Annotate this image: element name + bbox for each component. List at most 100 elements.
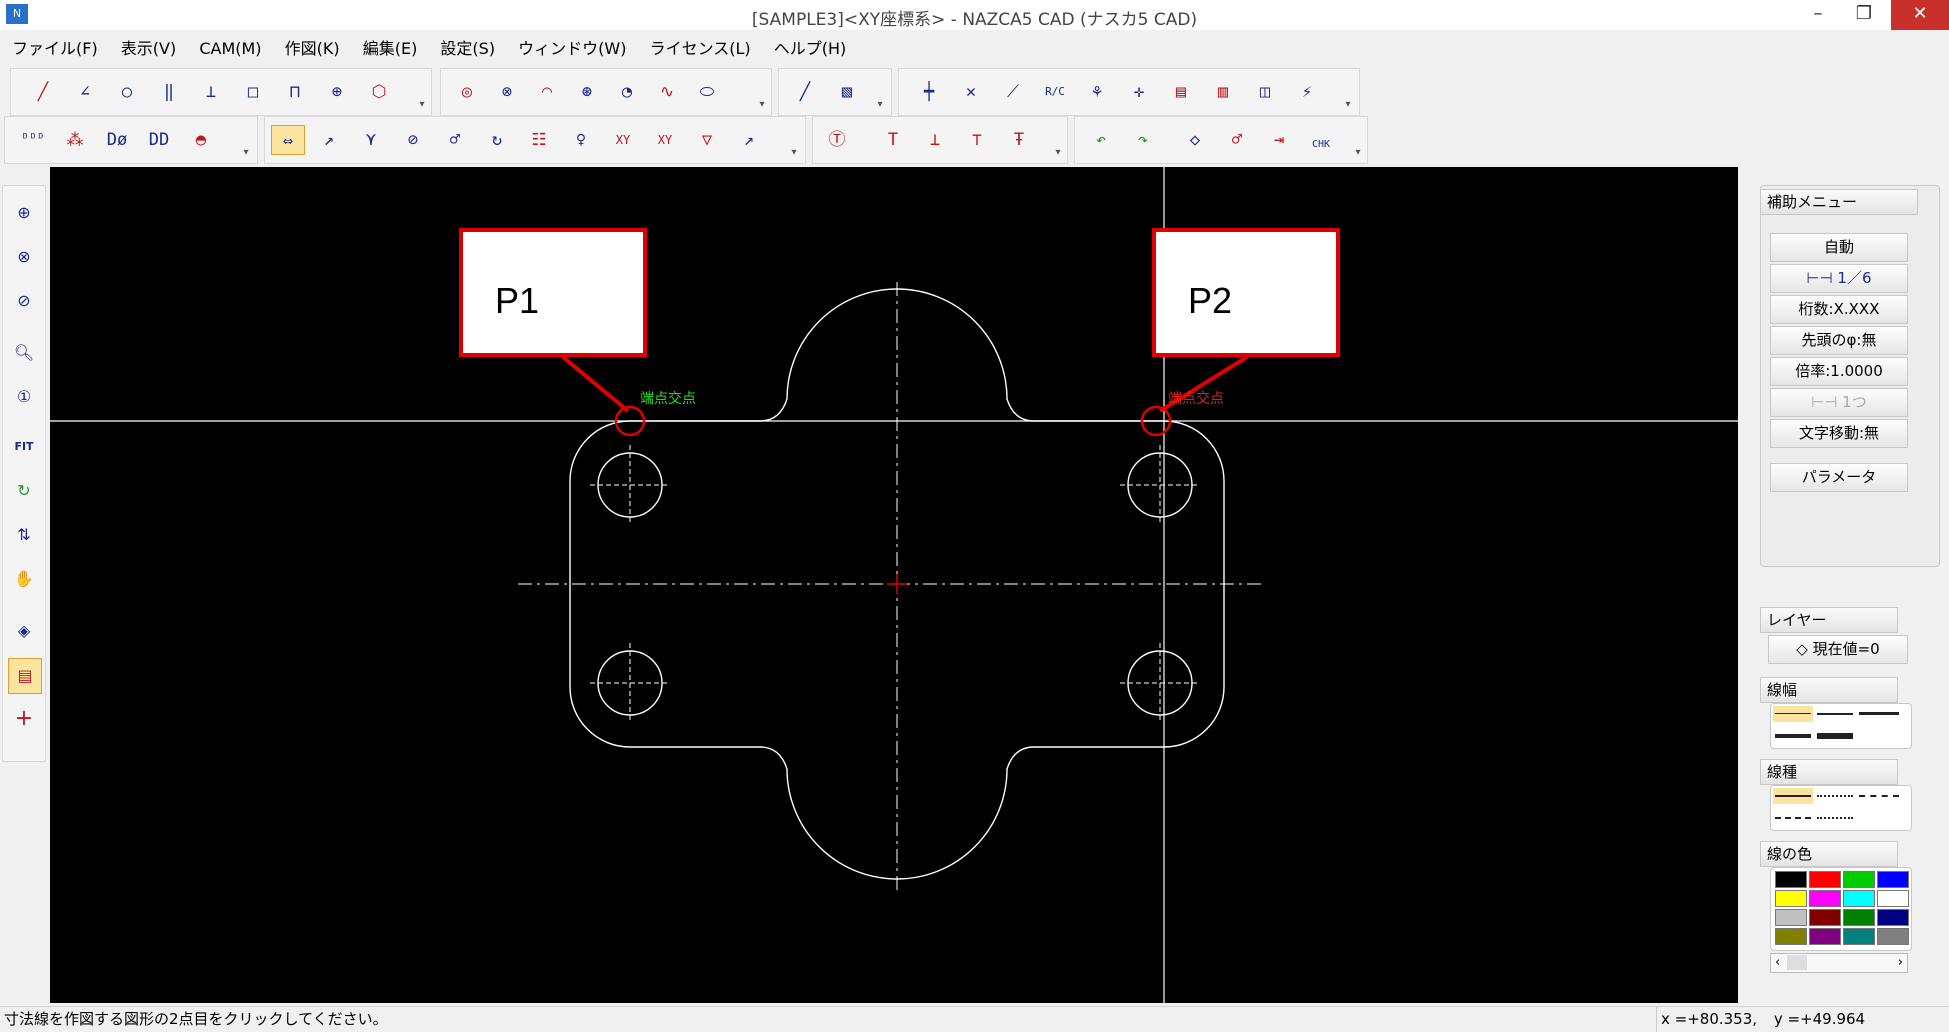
scroll-right-icon[interactable]: › [1898, 954, 1903, 972]
digits-button[interactable]: 桁数:X.XXX [1770, 295, 1908, 324]
color-swatch[interactable] [1775, 928, 1807, 945]
dim-array-icon[interactable]: ▥ [1207, 77, 1239, 107]
text-right-icon[interactable]: Ŧ [1003, 125, 1035, 155]
menu-cam[interactable]: CAM(M) [199, 34, 261, 64]
array-icon[interactable]: ▤ [1165, 77, 1197, 107]
arc-tangent-icon[interactable]: ◔ [611, 77, 643, 107]
circle-3p-icon[interactable]: ⊗ [491, 77, 523, 107]
color-swatch[interactable] [1809, 909, 1841, 926]
dim-diameter-icon[interactable]: Dø [101, 125, 133, 155]
parameters-button[interactable]: パラメータ [1770, 463, 1908, 492]
layer-icon[interactable]: ◇ [1179, 125, 1211, 155]
menu-draw[interactable]: 作図(K) [285, 34, 340, 64]
cross-delete-icon[interactable]: ✕ [955, 77, 987, 107]
swap-icon[interactable]: ⇅ [8, 518, 40, 552]
redo-icon[interactable]: ↷ [1127, 125, 1159, 155]
color-swatch[interactable] [1877, 928, 1909, 945]
dim-dd-icon[interactable]: DD [143, 125, 175, 155]
trim-icon[interactable]: ┿ [913, 77, 945, 107]
circle-icon[interactable]: ◎ [451, 77, 483, 107]
rectangle-icon[interactable]: □ [237, 77, 269, 107]
dim-xy2-icon[interactable]: XY [649, 125, 681, 155]
color-swatch[interactable] [1809, 890, 1841, 907]
fillet-icon[interactable]: ⊛ [571, 77, 603, 107]
menu-file[interactable]: ファイル(F) [12, 34, 98, 64]
line-color-palette[interactable] [1770, 867, 1912, 951]
dim-chain-icon[interactable]: ▽ [691, 125, 723, 155]
menu-help[interactable]: ヘルプ(H) [774, 34, 847, 64]
text-icon[interactable]: T [877, 125, 909, 155]
dim-arc-icon[interactable]: ↻ [481, 125, 513, 155]
toolbar-chevron-icon[interactable]: ▾ [789, 147, 799, 161]
minimize-button[interactable]: – [1796, 0, 1840, 30]
color-swatch[interactable] [1809, 871, 1841, 888]
perpendicular-icon[interactable]: ⊥ [195, 77, 227, 107]
dim-origin-icon[interactable]: ♀ [565, 125, 597, 155]
line-width-palette[interactable] [1770, 703, 1912, 749]
line-icon[interactable]: ╱ [27, 77, 59, 107]
color-swatch[interactable] [1843, 928, 1875, 945]
circle-tangent-icon[interactable]: ○ [111, 77, 143, 107]
toolbar-chevron-icon[interactable]: ▾ [1053, 147, 1063, 161]
dim-circle-icon[interactable]: ⊘ [397, 125, 429, 155]
color-scrollbar[interactable]: ‹ › [1770, 953, 1908, 973]
text-left-icon[interactable]: ⊥ [919, 125, 951, 155]
prefix-phi-button[interactable]: 先頭のφ:無 [1770, 326, 1908, 355]
restore-button[interactable]: ❐ [1842, 0, 1886, 30]
menu-settings[interactable]: 設定(S) [440, 34, 495, 64]
color-swatch[interactable] [1843, 871, 1875, 888]
menu-view[interactable]: 表示(V) [121, 34, 176, 64]
dim-point-icon[interactable]: ⁂ [59, 125, 91, 155]
curve-icon[interactable]: ∿ [651, 77, 683, 107]
toolbar-chevron-icon[interactable]: ▾ [1343, 99, 1353, 113]
dim-table-icon[interactable]: ☷ [523, 125, 555, 155]
menu-window[interactable]: ウィンドウ(W) [518, 34, 626, 64]
zoom-actual-icon[interactable]: ① [8, 380, 40, 414]
toolbar-chevron-icon[interactable]: ▾ [1353, 147, 1363, 161]
color-swatch[interactable] [1809, 928, 1841, 945]
construction-line-icon[interactable]: ╱ [789, 77, 821, 107]
layer-copy-icon[interactable]: ◫ [1249, 77, 1281, 107]
zoom-half-icon[interactable]: ⊘ [8, 284, 40, 318]
protractor-icon[interactable]: ◓ [185, 125, 217, 155]
arc-icon[interactable]: ◠ [531, 77, 563, 107]
text-frame-icon[interactable]: Ⓣ [821, 125, 853, 155]
extend-icon[interactable]: ⟋ [997, 77, 1029, 107]
scroll-thumb[interactable] [1787, 955, 1807, 970]
angle-line-icon[interactable]: ∠ [69, 77, 101, 107]
dim-d-icon[interactable]: ᴰᴰᴰ [17, 125, 49, 155]
color-swatch[interactable] [1877, 890, 1909, 907]
toolbar-chevron-icon[interactable]: ▾ [875, 99, 885, 113]
mirror-icon[interactable]: ⇥ [1263, 125, 1295, 155]
move-icon[interactable]: ✛ [1123, 77, 1155, 107]
dim-scale-button[interactable]: ⊢⊣ 1／6 [1770, 264, 1908, 293]
dim-xy-icon[interactable]: XY [607, 125, 639, 155]
drawing-canvas[interactable] [50, 167, 1738, 1003]
close-button[interactable]: ✕ [1891, 0, 1949, 30]
dim-curve-icon[interactable]: ↗ [733, 125, 765, 155]
color-swatch[interactable] [1775, 890, 1807, 907]
link-icon[interactable]: ♂ [1221, 125, 1253, 155]
origin-cross-icon[interactable]: + [8, 702, 40, 736]
dim-radius-icon[interactable]: ♂ [439, 125, 471, 155]
crosshair-circle-icon[interactable]: ⊕ [321, 77, 353, 107]
zoom-in-icon[interactable]: ⊕ [8, 196, 40, 230]
dim-setting-icon[interactable]: ▤ [8, 658, 42, 694]
snap-icon[interactable]: ⚡ [1291, 77, 1323, 107]
magnification-button[interactable]: 倍率:1.0000 [1770, 357, 1908, 386]
fit-icon[interactable]: FIT [8, 430, 40, 464]
zoom-x2-icon[interactable]: ⊗ [8, 240, 40, 274]
pan-hand-icon[interactable]: ✋ [8, 562, 40, 596]
color-swatch[interactable] [1843, 909, 1875, 926]
parallel-line-icon[interactable]: ‖ [153, 77, 185, 107]
auto-button[interactable]: 自動 [1770, 233, 1908, 262]
toolbar-chevron-icon[interactable]: ▾ [757, 99, 767, 113]
check-icon[interactable]: CHK [1305, 125, 1337, 155]
rc-icon[interactable]: R/C [1039, 77, 1071, 107]
text-center-icon[interactable]: ⊤ [961, 125, 993, 155]
redraw-icon[interactable]: ↻ [8, 474, 40, 508]
scroll-left-icon[interactable]: ‹ [1775, 954, 1780, 972]
color-swatch[interactable] [1775, 871, 1807, 888]
color-swatch[interactable] [1775, 909, 1807, 926]
color-swatch[interactable] [1843, 890, 1875, 907]
